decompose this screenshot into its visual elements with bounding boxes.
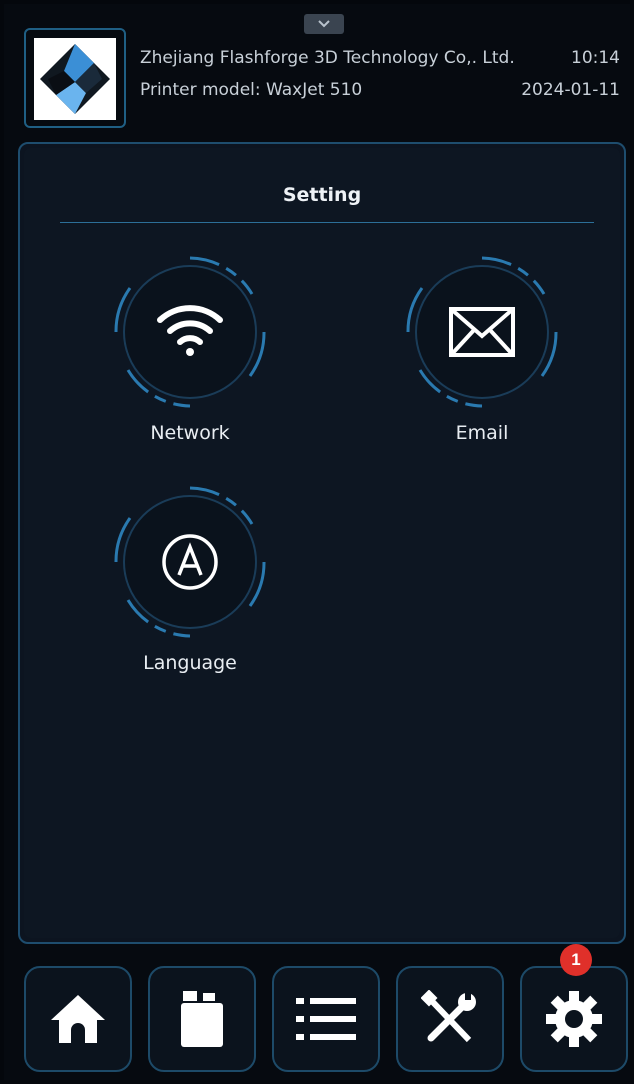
- current-date: 2024-01-11: [521, 80, 620, 100]
- envelope-icon: [449, 307, 515, 357]
- setting-language[interactable]: Language: [100, 482, 280, 692]
- notification-badge: 1: [560, 944, 592, 976]
- panel-title: Setting: [282, 184, 362, 206]
- nav-list-button[interactable]: [272, 966, 380, 1072]
- email-circle: [402, 252, 562, 412]
- language-circle: [110, 482, 270, 642]
- printer-model: Printer model: WaxJet 510: [140, 80, 363, 100]
- nav-settings-button[interactable]: [520, 966, 628, 1072]
- language-a-icon: [162, 534, 218, 590]
- email-label: Email: [455, 422, 509, 444]
- network-label: Network: [150, 422, 230, 444]
- tools-icon: [421, 990, 476, 1043]
- setting-network[interactable]: Network: [100, 252, 280, 462]
- flashforge-logo: [34, 38, 116, 120]
- setting-email[interactable]: Email: [392, 252, 572, 462]
- list-icon: [296, 998, 356, 1040]
- home-icon: [51, 995, 105, 1043]
- nav-tools-button[interactable]: [396, 966, 504, 1072]
- gear-icon: [546, 991, 602, 1047]
- nav-material-button[interactable]: [148, 966, 256, 1072]
- wifi-icon: [157, 305, 223, 356]
- clock-time: 10:14: [571, 48, 620, 68]
- printer-screen: Zhejiang Flashforge 3D Technology Co,. L…: [4, 4, 630, 1080]
- nav-home-button[interactable]: [24, 966, 132, 1072]
- network-circle: [110, 252, 270, 412]
- language-label: Language: [143, 652, 237, 674]
- pull-down-tab[interactable]: [304, 14, 344, 34]
- company-name: Zhejiang Flashforge 3D Technology Co,. L…: [140, 48, 515, 68]
- settings-panel: Setting Network Email Language: [18, 142, 626, 944]
- material-bottle-icon: [181, 991, 223, 1047]
- chevron-down-icon: [318, 20, 330, 28]
- logo-frame: [24, 28, 126, 128]
- title-divider: [60, 222, 594, 223]
